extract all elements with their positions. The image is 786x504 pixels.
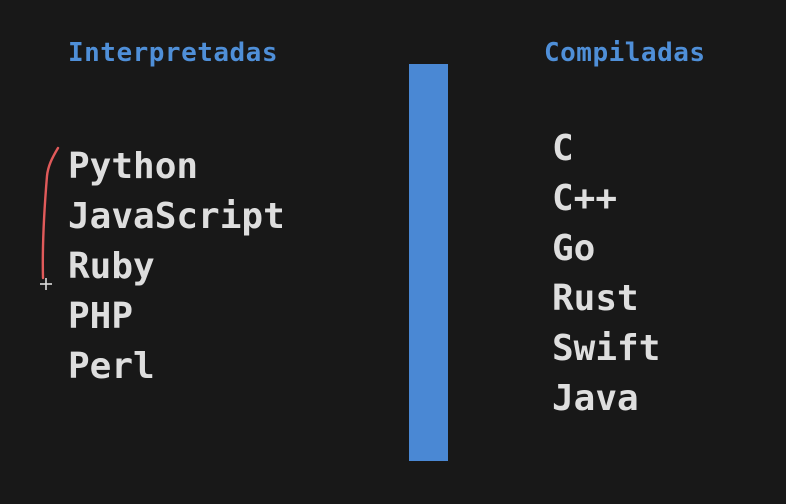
list-item: PHP xyxy=(68,296,134,337)
interpreted-list: Python JavaScript Ruby PHP Perl xyxy=(68,142,285,392)
list-item: Perl xyxy=(68,346,155,387)
list-item: C xyxy=(552,128,574,169)
crosshair-cursor-icon xyxy=(40,278,52,290)
list-item: JavaScript xyxy=(68,196,285,237)
pen-stroke xyxy=(41,146,60,280)
compiled-list: C C++ Go Rust Swift Java xyxy=(552,124,660,424)
list-item: Rust xyxy=(552,278,639,319)
pen-annotation xyxy=(40,146,60,290)
list-item: C++ xyxy=(552,178,618,219)
interpreted-heading: Interpretadas xyxy=(68,38,278,68)
list-item: Swift xyxy=(552,328,661,369)
list-item: Ruby xyxy=(68,246,155,287)
divider-bar xyxy=(409,64,448,461)
list-item: Java xyxy=(552,378,639,419)
list-item: Python xyxy=(68,146,199,187)
compiled-heading: Compiladas xyxy=(544,38,706,68)
list-item: Go xyxy=(552,228,596,269)
